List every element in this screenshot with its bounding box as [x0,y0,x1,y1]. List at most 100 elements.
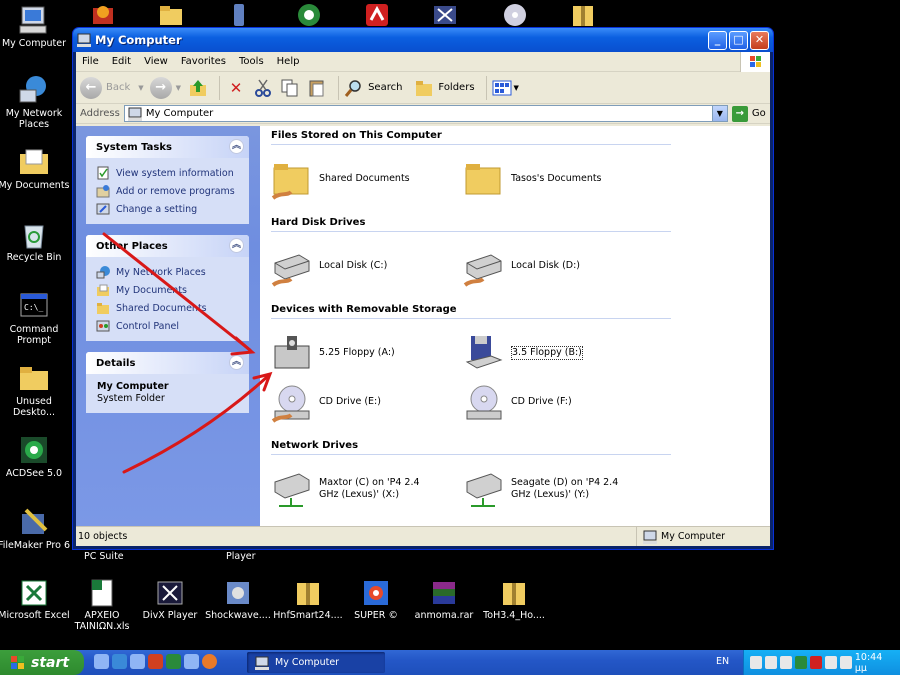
item-floppy-a[interactable]: 5.25 Floppy (A:) [271,332,395,374]
item-network-seagate[interactable]: Seagate (D) on 'P4 2.4 GHz (Lexus)' (Y:) [463,468,633,510]
menu-tools[interactable]: Tools [239,56,264,67]
app-icon-top-1[interactable] [90,2,116,28]
go-button[interactable]: → Go [731,105,766,122]
address-input[interactable]: My Computer ▼ [123,105,728,122]
collapse-chevron-icon[interactable]: ︽ [229,139,244,154]
internet-explorer-icon[interactable] [112,654,127,669]
outlook-icon[interactable] [130,654,145,669]
folder-icon-top[interactable] [158,2,184,28]
menu-favorites[interactable]: Favorites [181,56,226,67]
desktop-icon-my-computer[interactable]: My Computer [0,4,70,49]
item-label: 3.5 Floppy (B:) [511,346,583,360]
maximize-button[interactable]: □ [729,30,748,50]
start-button[interactable]: start [0,650,84,675]
firefox-icon[interactable] [202,654,217,669]
acdsee-icon-top[interactable] [296,2,322,28]
title-bar[interactable]: My Computer _ □ ✕ [73,28,773,52]
task-view-system-info[interactable]: View system information [96,164,249,182]
collapse-chevron-icon[interactable]: ︽ [229,238,244,253]
desktop-icon-excel[interactable]: Microsoft Excel [0,578,70,621]
desktop-icon-divx[interactable]: DivX Player [134,578,206,621]
language-indicator[interactable]: EN [716,656,729,667]
desktop-icon-hnfsmart[interactable]: HnfSmart24.... [272,578,344,621]
folders-button[interactable]: Folders [414,78,475,98]
zip-folder-icon [499,578,529,608]
disc-icon-top[interactable] [502,2,528,28]
desktop-icon-filemaker[interactable]: FileMaker Pro 6 [0,506,70,551]
task-change-setting[interactable]: Change a setting [96,200,249,218]
copy-button[interactable] [279,77,301,99]
desktop-icon-command-prompt[interactable]: C:\_ Command Prompt [0,290,70,346]
tray-icon-3[interactable] [779,656,792,669]
up-folder-button[interactable] [187,77,209,99]
place-control-panel[interactable]: Control Panel [96,317,249,335]
item-network-maxtor[interactable]: Maxtor (C) on 'P4 2.4 GHz (Lexus)' (X:) [271,468,437,510]
menu-view[interactable]: View [144,56,168,67]
tray-network-icon[interactable] [750,656,762,669]
quick-launch-icon-5[interactable] [166,654,181,669]
zip-folder-icon-top[interactable] [570,2,596,28]
taskbar-button-my-computer[interactable]: My Computer [247,652,385,673]
cut-button[interactable] [252,77,274,99]
desktop-icon-label: My Computer [1,38,67,49]
quick-launch-icon-4[interactable] [148,654,163,669]
task-add-remove-programs[interactable]: Add or remove programs [96,182,249,200]
desktop-icon-label: APXEIO TAINIΩN.xls [74,610,130,632]
item-cd-drive-f[interactable]: CD Drive (F:) [463,381,572,423]
details-header[interactable]: Details ︽ [86,352,249,374]
search-button[interactable]: Search [344,78,402,98]
desktop-icon-super[interactable]: SUPER © [340,578,412,621]
desktop-icon-toh[interactable]: ToH3.4_Ho.... [478,578,550,621]
collapse-chevron-icon[interactable]: ︽ [229,355,244,370]
item-local-disk-c[interactable]: Local Disk (C:) [271,245,387,287]
place-my-documents[interactable]: My Documents [96,281,249,299]
place-shared-documents[interactable]: Shared Documents [96,299,249,317]
excel-icon [19,578,49,608]
back-label: Back [106,82,131,93]
desktop-icon-shockwave[interactable]: Shockwave.... [202,578,274,621]
desktop-icon-recycle-bin[interactable]: Recycle Bin [0,218,70,263]
desktop-icon-acdsee[interactable]: ACDSee 5.0 [0,434,70,479]
menu-bar: File Edit View Favorites Tools Help [76,52,770,72]
desktop-icon-excel-file[interactable]: APXEIO TAINIΩN.xls [66,578,138,632]
clock[interactable]: 10:44 μμ [855,652,900,674]
tray-icon-6[interactable] [824,656,837,669]
quick-launch-icon-1[interactable] [94,654,109,669]
item-cd-drive-e[interactable]: CD Drive (E:) [271,381,381,423]
minimize-button[interactable]: _ [708,30,727,50]
item-tasos-documents[interactable]: Tasos's Documents [463,158,602,200]
desktop-icon-label: Microsoft Excel [0,610,70,621]
antivirus-icon-top[interactable] [364,2,390,28]
cd-drive-icon [463,381,505,423]
control-panel-icon [96,320,110,332]
address-dropdown-button[interactable]: ▼ [711,106,727,121]
tray-volume-icon[interactable] [839,656,852,669]
system-tasks-header[interactable]: System Tasks ︽ [86,136,249,158]
delete-button[interactable]: ✕ [225,77,247,99]
phone-icon-top[interactable] [226,2,252,28]
desktop-icon-my-documents[interactable]: My Documents [0,146,70,191]
divx-icon-top[interactable] [432,2,458,28]
desktop-icon-rar[interactable]: anmoma.rar [408,578,480,621]
paste-button[interactable] [306,77,328,99]
menu-edit[interactable]: Edit [112,56,131,67]
item-shared-documents[interactable]: Shared Documents [271,158,410,200]
forward-button[interactable]: → ▼ [149,76,181,99]
desktop-icon-network-places[interactable]: My Network Places [0,74,70,130]
place-network-places[interactable]: My Network Places [96,263,249,281]
quick-launch-icon-6[interactable] [184,654,199,669]
tray-icon-4[interactable] [794,656,807,669]
tray-icon-2[interactable] [764,656,777,669]
item-local-disk-d[interactable]: Local Disk (D:) [463,245,580,287]
up-folder-icon [190,79,207,96]
desktop-icon-unused[interactable]: Unused Deskto... [0,362,70,418]
clipboard-icon [309,80,324,96]
tray-antivirus-icon[interactable] [809,656,822,669]
other-places-header[interactable]: Other Places ︽ [86,235,249,257]
menu-file[interactable]: File [82,56,99,67]
item-floppy-b[interactable]: 3.5 Floppy (B:) [463,332,583,374]
back-button[interactable]: ← Back ▼ [80,76,144,99]
close-button[interactable]: ✕ [750,30,769,50]
views-button[interactable]: ▼ [492,79,519,97]
menu-help[interactable]: Help [277,56,300,67]
